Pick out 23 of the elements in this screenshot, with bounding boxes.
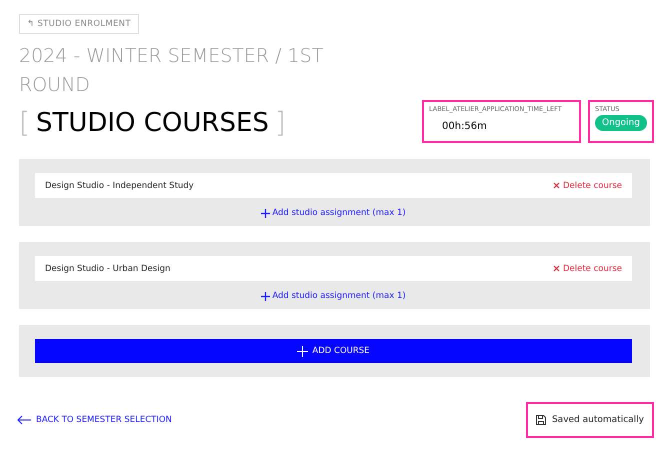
- delete-link[interactable]: Delete course: [552, 264, 622, 274]
- page-title: 2024 - WINTER SEMESTER / 1ST ROUND: [19, 44, 324, 98]
- course-name: Design Studio - Independent Study: [45, 180, 194, 190]
- plus-icon: [261, 292, 270, 300]
- bracket: [: [19, 106, 30, 139]
- close-icon: [552, 265, 560, 272]
- add-course-button[interactable]: ADD COURSE: [35, 339, 632, 363]
- plus-icon: [297, 346, 308, 356]
- bracket: ]: [274, 106, 286, 139]
- close-icon: [552, 182, 560, 189]
- save-status-text: Saved automatically: [552, 415, 644, 425]
- add-assignment-link[interactable]: Add studio assignment (max 1): [261, 291, 406, 301]
- plus-icon: [261, 208, 270, 218]
- page-heading: STUDIO COURSES: [36, 108, 269, 138]
- floppy-icon: [536, 415, 546, 425]
- delete-link[interactable]: Delete course: [552, 180, 622, 190]
- back-button[interactable]: ↰ STUDIO ENROLMENT: [19, 14, 139, 34]
- back-link[interactable]: BACK TO SEMESTER SELECTION: [17, 415, 172, 425]
- status-badge: Ongoing: [595, 115, 647, 131]
- timer-value: 00h:56m: [442, 121, 488, 132]
- course-name: Design Studio - Urban Design: [45, 264, 170, 274]
- add-assignment-link[interactable]: Add studio assignment (max 1): [261, 208, 406, 218]
- arrow-left-icon: [17, 415, 31, 425]
